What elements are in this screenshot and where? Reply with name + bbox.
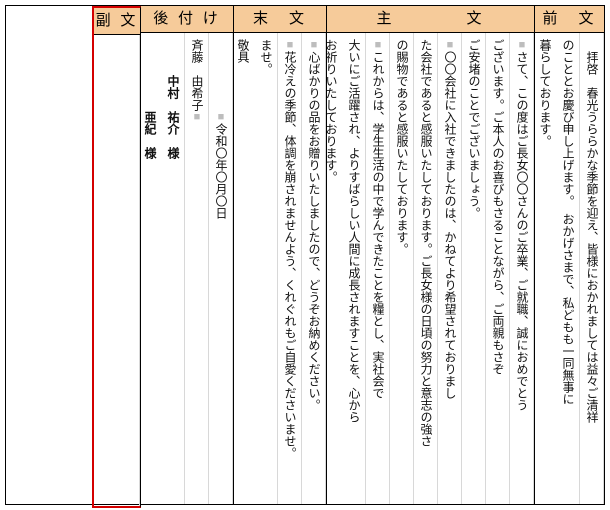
col-shubun-8: お祈りいたしております。 [327, 33, 342, 504]
col-atozuke-1: 斉藤 由希子■ [185, 33, 209, 504]
col-shubun-2: ご安堵のことでございましょう。 [462, 33, 486, 504]
col-shubun-3: ■〇〇会社に入社できましたのは、かねてより希望されておりまし [438, 33, 462, 504]
col-atozuke-0: ■令和〇年〇月〇日 [209, 33, 233, 504]
letter-frame: 前 文 拝啓 春光うららかな季節を迎え、皆様におかれましては益々ご清祥のこととお… [5, 5, 605, 505]
col-zenbun-2: 暮らしております。 [535, 33, 556, 504]
col-fukubun-1 [94, 35, 117, 506]
col-atozuke-2: 中村 祐介 様 [161, 33, 185, 504]
section-matsubun: 末 文■心ばかりの品をお贈りいたしましたので、どうぞお納めください。■花冷えの季… [234, 6, 327, 504]
header-zenbun: 前 文 [535, 6, 604, 33]
col-matsubun-0: ■心ばかりの品をお贈りいたしましたので、どうぞお納めください。 [302, 33, 326, 504]
body-zenbun: 拝啓 春光うららかな季節を迎え、皆様におかれましては益々ご清祥のこととお慶び申し… [535, 33, 604, 504]
col-fukubun-0 [117, 35, 141, 506]
body-matsubun: ■心ばかりの品をお贈りいたしましたので、どうぞお納めください。■花冷えの季節、体… [234, 33, 326, 504]
header-shubun: 主 文 [327, 6, 534, 33]
col-matsubun-3: 敬具 [234, 33, 254, 504]
section-zenbun: 前 文 拝啓 春光うららかな季節を迎え、皆様におかれましては益々ご清祥のこととお… [535, 6, 604, 504]
col-zenbun-0: 拝啓 春光うららかな季節を迎え、皆様におかれましては益々ご清祥 [580, 33, 604, 504]
header-atozuke: 後 付 け [141, 6, 233, 33]
col-shubun-1: ございます。ご本人のお喜びもさることながら、ご両親もさぞ [486, 33, 510, 504]
col-zenbun-1: のこととお慶び申し上げます。 おかげさまで、私どもも一同無事に [556, 33, 580, 504]
body-shubun: ■さて、この度はご長女〇〇さんのご卒業、ご就職、誠におめでとうございます。ご本人… [327, 33, 534, 504]
body-atozuke: ■令和〇年〇月〇日斉藤 由希子■中村 祐介 様 亜紀 様 [141, 33, 233, 504]
header-fukubun: 副 文 [94, 8, 140, 35]
body-fukubun [94, 35, 140, 506]
col-shubun-0: ■さて、この度はご長女〇〇さんのご卒業、ご就職、誠におめでとう [510, 33, 534, 504]
section-fukubun: 副 文 [92, 6, 141, 508]
col-atozuke-3: 亜紀 様 [141, 33, 161, 504]
col-shubun-4: た会社であると感服いたしております。ご長女様の日頃の努力と意志の強さ [414, 33, 438, 504]
header-matsubun: 末 文 [234, 6, 326, 33]
section-shubun: 主 文■さて、この度はご長女〇〇さんのご卒業、ご就職、誠におめでとうございます。… [327, 6, 535, 504]
col-matsubun-1: ■花冷えの季節、体調を崩されませんよう、くれぐれもご自愛くださいませ。 [278, 33, 302, 504]
col-shubun-7: 大いにご活躍され、よりすばらしい人間に成長されますことを、心から [342, 33, 366, 504]
col-shubun-6: ■これからは、学生生活の中で学んできたことを糧とし、実社会で [366, 33, 390, 504]
col-shubun-5: の賜物であると感服いたしております。 [390, 33, 414, 504]
col-matsubun-2: ませ。 [254, 33, 278, 504]
section-atozuke: 後 付 け■令和〇年〇月〇日斉藤 由希子■中村 祐介 様 亜紀 様 [141, 6, 234, 504]
